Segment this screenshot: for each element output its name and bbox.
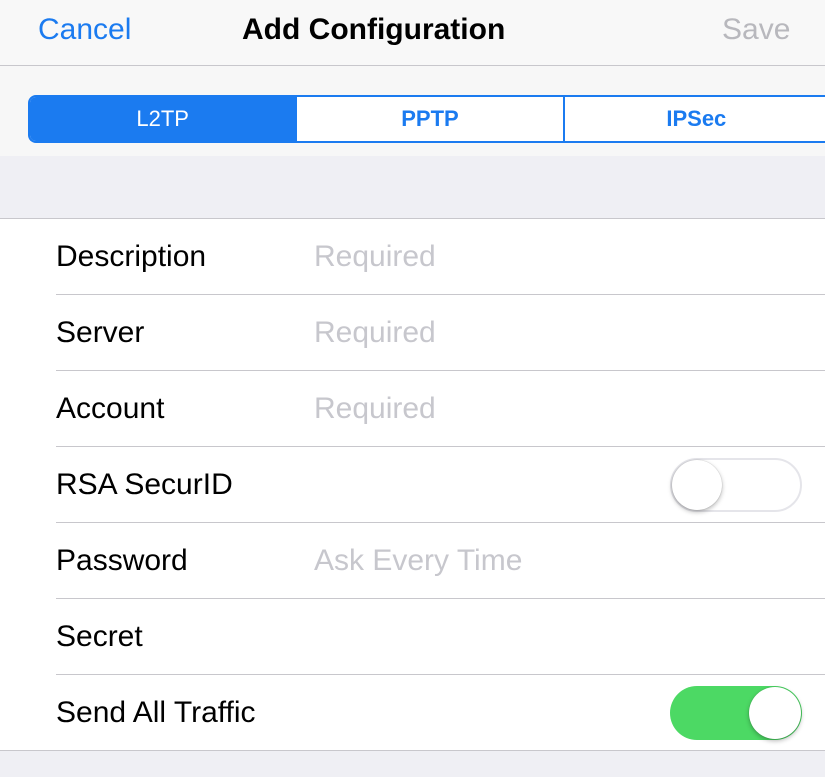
rsa-securid-row: RSA SecurID [56,447,825,523]
rsa-securid-label: RSA SecurID [56,468,233,501]
vpn-type-segmented-control: L2TP PPTP IPSec [28,95,825,143]
secret-row: Secret [56,599,825,675]
section-gap [0,156,825,219]
cancel-button[interactable]: Cancel [38,12,131,48]
save-button[interactable]: Save [722,12,790,48]
segment-l2tp[interactable]: L2TP [30,97,296,141]
segment-pptp-label: PPTP [401,106,459,131]
password-field[interactable]: Ask Every Time [314,523,522,599]
password-row: Password Ask Every Time [56,523,825,599]
description-field[interactable]: Required [314,219,436,295]
segment-pptp[interactable]: PPTP [295,97,562,141]
page-title: Add Configuration [242,13,506,46]
description-row: Description Required [56,219,825,295]
send-all-traffic-toggle[interactable] [670,686,802,740]
rsa-securid-toggle[interactable] [670,458,802,512]
description-label: Description [56,240,207,273]
account-row: Account Required [56,371,825,447]
segment-l2tp-label: L2TP [136,106,189,131]
navigation-bar: Cancel Add Configuration Save [0,0,825,66]
server-label: Server [56,316,145,349]
secret-label: Secret [56,620,143,653]
server-field[interactable]: Required [314,295,436,371]
account-label: Account [56,392,165,425]
toggle-knob [749,687,801,739]
vpn-type-section: L2TP PPTP IPSec [0,66,825,156]
toggle-knob [672,460,722,510]
password-label: Password [56,544,188,577]
send-all-traffic-row: Send All Traffic [0,675,825,751]
bottom-background [0,751,825,777]
segment-ipsec[interactable]: IPSec [562,97,825,141]
account-field[interactable]: Required [314,371,436,447]
send-all-traffic-label: Send All Traffic [56,696,256,729]
segment-ipsec-label: IPSec [666,106,727,131]
server-row: Server Required [56,295,825,371]
configuration-form: Description Required Server Required Acc… [0,219,825,751]
